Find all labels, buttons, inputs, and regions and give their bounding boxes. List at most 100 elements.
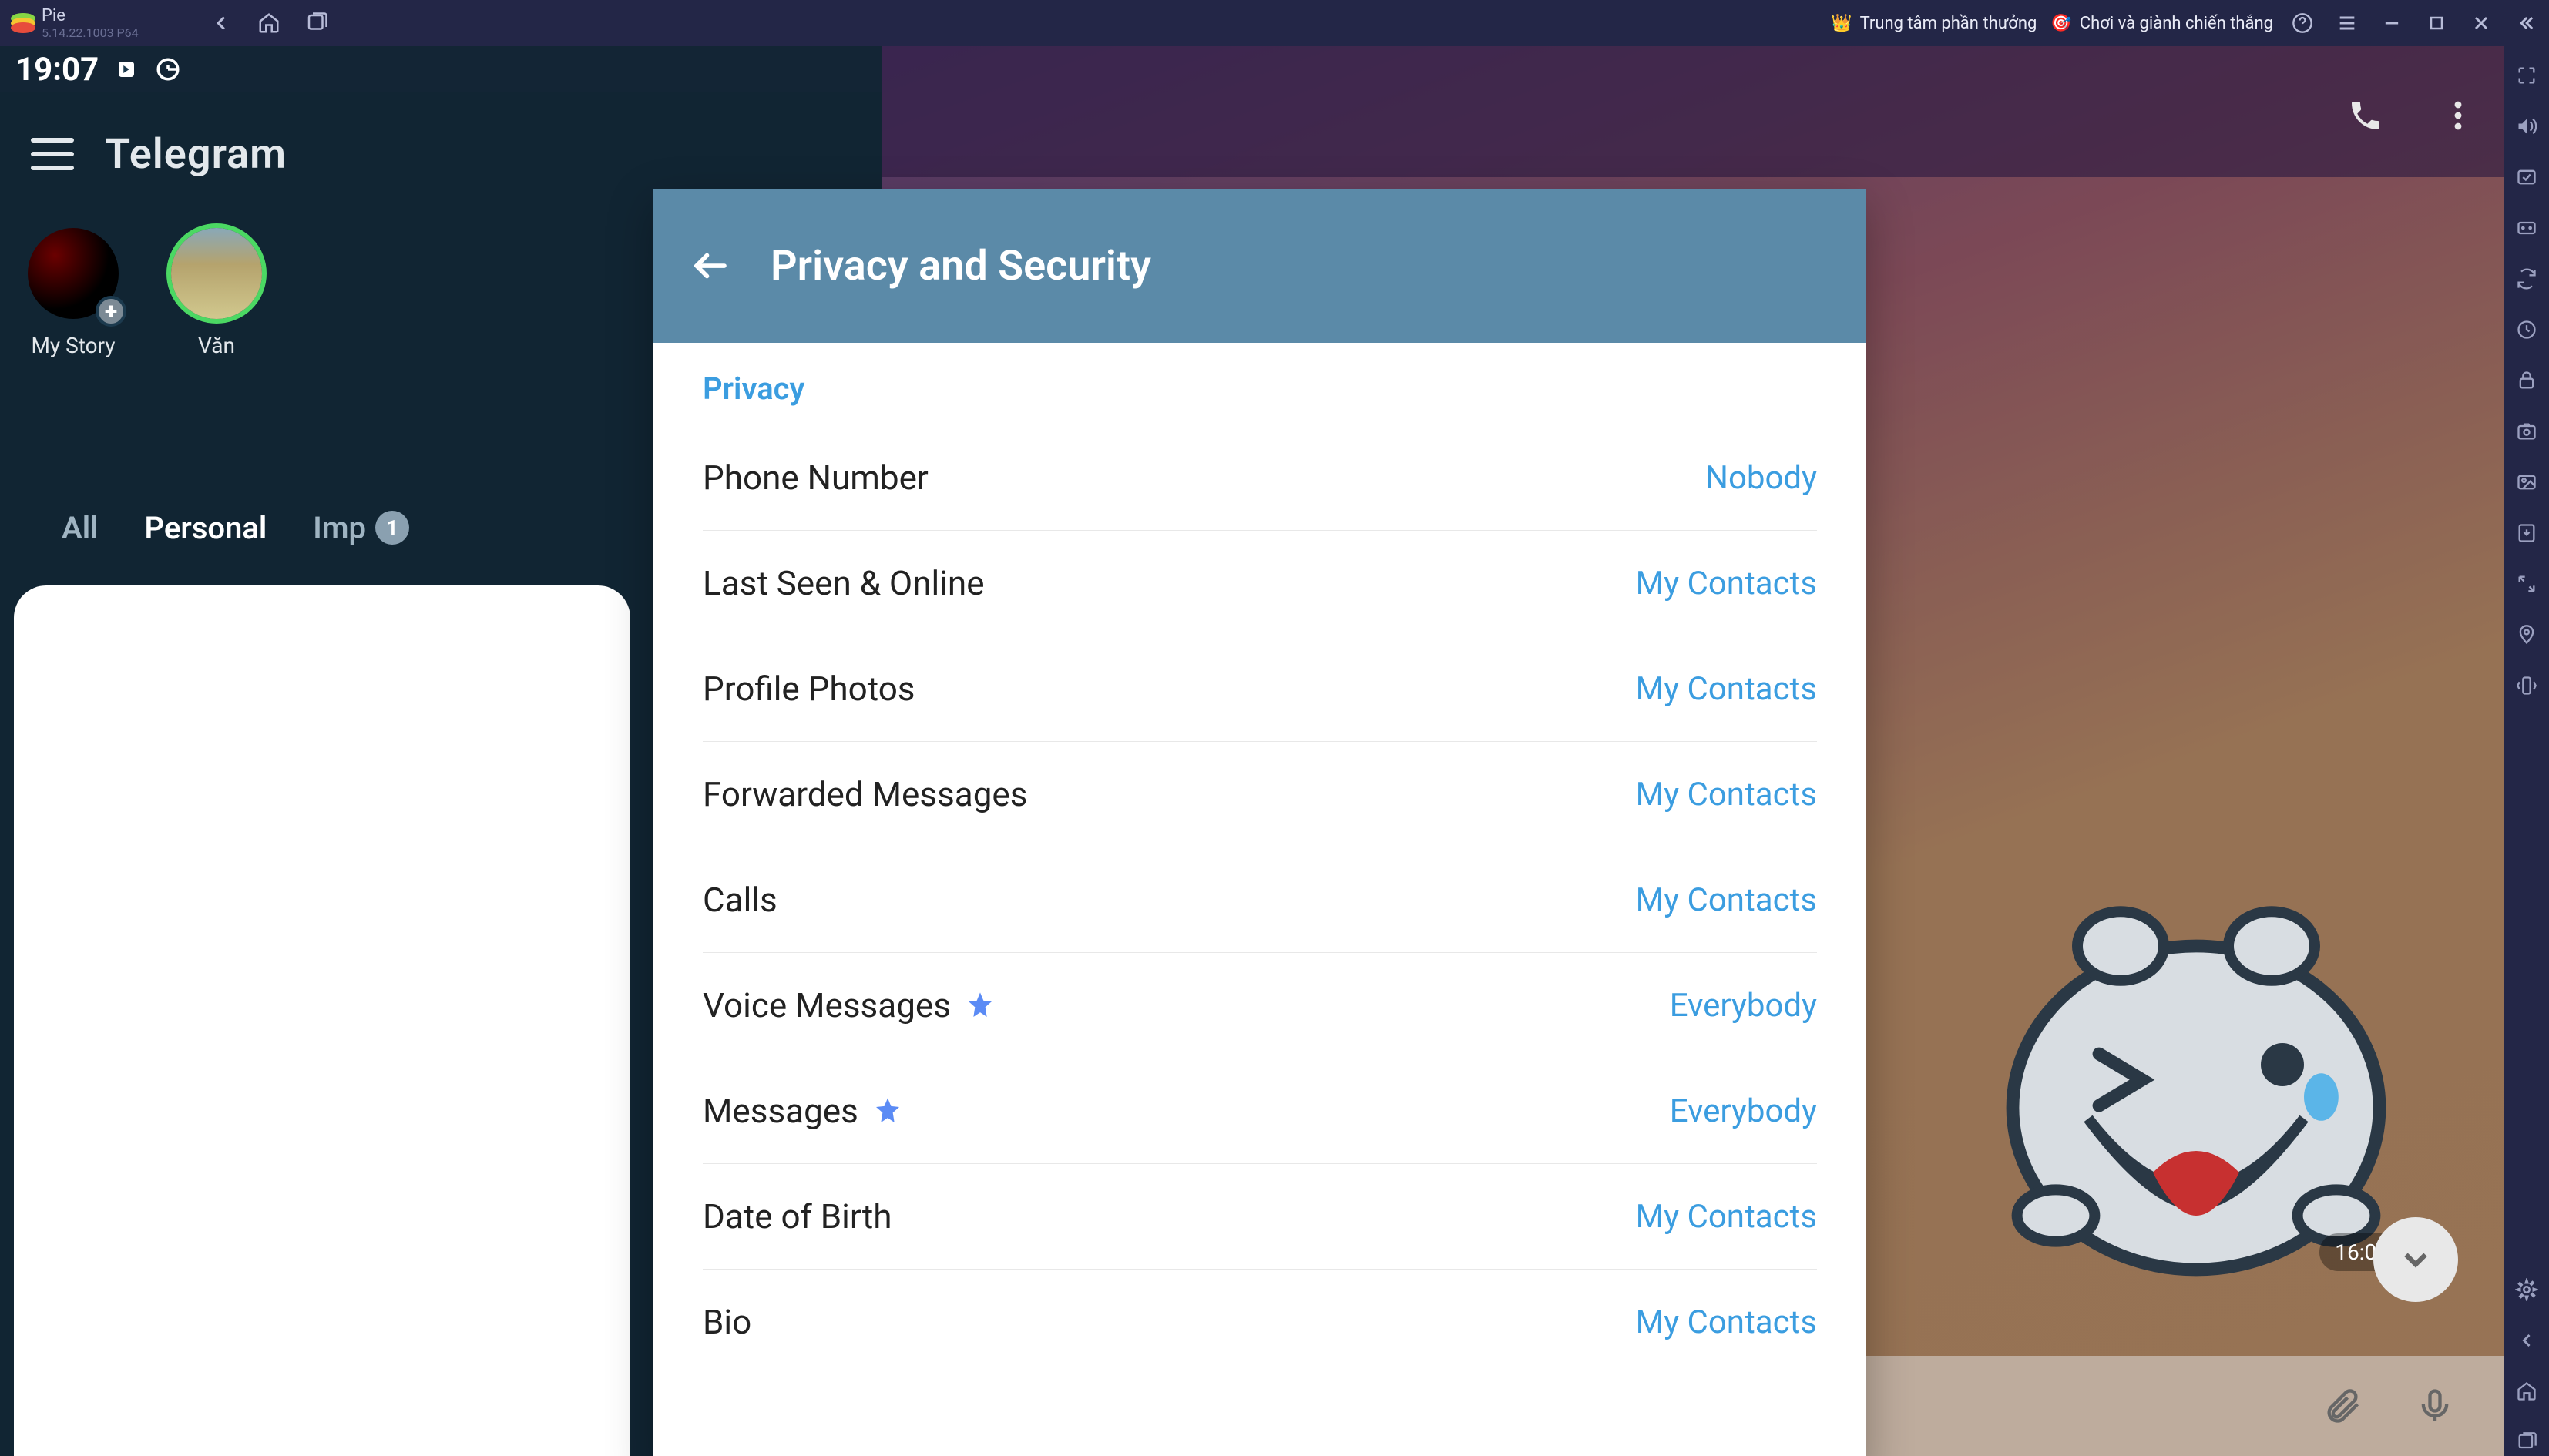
location-icon[interactable]: [2513, 621, 2541, 649]
chat-list-panel: [14, 585, 630, 1456]
bluestacks-right: 👑 Trung tâm phần thưởng 🎯 Chơi và giành …: [1831, 8, 2541, 39]
play-win-label: Chơi và giành chiến thắng: [2080, 14, 2273, 33]
dialog-title: Privacy and Security: [771, 242, 1151, 290]
scroll-down-button[interactable]: [2373, 1217, 2458, 1302]
row-value: Everybody: [1670, 987, 1817, 1025]
screenshot-icon[interactable]: [2513, 418, 2541, 445]
menu-icon[interactable]: [2332, 8, 2363, 39]
shake-icon[interactable]: [2513, 672, 2541, 699]
privacy-row-bio[interactable]: Bio My Contacts: [703, 1270, 1817, 1374]
lock-cursor-icon[interactable]: [2513, 367, 2541, 394]
app-name: Pie: [42, 6, 139, 25]
controls-icon[interactable]: [2513, 214, 2541, 242]
bs-home-icon[interactable]: [2513, 1377, 2541, 1405]
my-story[interactable]: + My Story: [23, 223, 123, 358]
privacy-row-messages[interactable]: Messages Everybody: [703, 1058, 1817, 1164]
chat-header-shade: [882, 46, 2504, 177]
tab-all[interactable]: All: [62, 510, 98, 546]
chat-header-icons: [2342, 92, 2481, 139]
fullscreen-icon[interactable]: [2513, 62, 2541, 89]
bluestacks-topbar: Pie 5.14.22.1003 P64 👑 Trung tâm phần th…: [0, 0, 2549, 46]
bs-recents-icon[interactable]: [2513, 1428, 2541, 1456]
row-label: Voice Messages: [703, 985, 997, 1025]
row-value: My Contacts: [1636, 776, 1817, 814]
stories-row: + My Story Văn: [23, 223, 267, 358]
privacy-row-forwarded-messages[interactable]: Forwarded Messages My Contacts: [703, 742, 1817, 847]
row-value: My Contacts: [1636, 1303, 1817, 1341]
crown-icon: 👑: [1831, 14, 1852, 33]
contact-story[interactable]: Văn: [166, 223, 267, 358]
google-status-icon: [154, 55, 182, 83]
collapse-icon[interactable]: [2510, 8, 2541, 39]
tab-imp[interactable]: Imp1: [313, 510, 409, 546]
row-value: My Contacts: [1636, 881, 1817, 919]
volume-icon[interactable]: [2513, 112, 2541, 140]
privacy-row-phone-number[interactable]: Phone Number Nobody: [703, 425, 1817, 531]
privacy-rows: Phone Number Nobody Last Seen & Online My C…: [653, 425, 1866, 1374]
row-label: Bio: [703, 1302, 751, 1342]
settings-icon[interactable]: [2513, 1276, 2541, 1303]
gallery-icon[interactable]: [2513, 468, 2541, 496]
privacy-row-profile-photos[interactable]: Profile Photos My Contacts: [703, 636, 1817, 742]
back-nav-icon[interactable]: [208, 10, 234, 36]
rewards-label: Trung tâm phần thưởng: [1860, 14, 2037, 33]
android-status-bar: 19:07: [0, 46, 882, 92]
row-label: Profile Photos: [703, 669, 915, 709]
row-value: My Contacts: [1636, 565, 1817, 602]
app-status-icon: [113, 55, 140, 83]
row-label: Phone Number: [703, 458, 929, 498]
call-icon[interactable]: [2342, 92, 2389, 139]
row-label: Messages: [703, 1091, 905, 1131]
maximize-icon[interactable]: [2421, 8, 2452, 39]
add-story-icon: +: [96, 296, 126, 327]
status-time: 19:07: [15, 51, 99, 89]
recents-nav-icon[interactable]: [304, 10, 330, 36]
attach-icon[interactable]: [2319, 1383, 2366, 1429]
help-icon[interactable]: [2287, 8, 2318, 39]
privacy-row-voice-messages[interactable]: Voice Messages Everybody: [703, 953, 1817, 1058]
home-nav-icon[interactable]: [256, 10, 282, 36]
keymap-icon[interactable]: [2513, 163, 2541, 191]
target-icon: 🎯: [2050, 14, 2071, 33]
back-icon[interactable]: [687, 243, 734, 289]
row-value: Nobody: [1705, 459, 1817, 497]
play-win-button[interactable]: 🎯 Chơi và giành chiến thắng: [2050, 14, 2273, 33]
sync-icon[interactable]: [2513, 265, 2541, 293]
bs-back-icon[interactable]: [2513, 1327, 2541, 1354]
telegram-title: Telegram: [105, 130, 287, 179]
row-label: Date of Birth: [703, 1196, 892, 1236]
rotate-icon[interactable]: [2513, 570, 2541, 598]
premium-star-icon: [871, 1094, 905, 1128]
mic-icon[interactable]: [2412, 1383, 2458, 1429]
privacy-row-calls[interactable]: Calls My Contacts: [703, 847, 1817, 953]
bluestacks-title: Pie 5.14.22.1003 P64: [42, 6, 139, 40]
bluestacks-rightbar: [2504, 46, 2549, 1456]
row-label: Calls: [703, 880, 777, 920]
row-value: Everybody: [1670, 1092, 1817, 1130]
dialog-header: Privacy and Security: [653, 189, 1866, 343]
bluestacks-logo-icon: [8, 8, 39, 39]
close-icon[interactable]: [2466, 8, 2497, 39]
story-label: My Story: [31, 333, 115, 358]
story-label: Văn: [198, 333, 235, 358]
install-apk-icon[interactable]: [2513, 519, 2541, 547]
clock-icon[interactable]: [2513, 316, 2541, 344]
privacy-row-date-of-birth[interactable]: Date of Birth My Contacts: [703, 1164, 1817, 1270]
privacy-dialog: Privacy and Security Privacy Phone Numbe…: [653, 189, 1866, 1456]
rewards-button[interactable]: 👑 Trung tâm phần thưởng: [1831, 14, 2037, 33]
premium-star-icon: [963, 988, 997, 1022]
bluestacks-nav: [208, 10, 330, 36]
row-label: Last Seen & Online: [703, 563, 985, 603]
tab-personal[interactable]: Personal: [144, 510, 267, 546]
tab-badge: 1: [375, 511, 409, 545]
row-label: Forwarded Messages: [703, 774, 1027, 814]
emulator-viewport: 19:07 Telegram + My Story Văn All Person…: [0, 46, 2504, 1456]
app-version: 5.14.22.1003 P64: [42, 25, 139, 40]
row-value: My Contacts: [1636, 670, 1817, 708]
row-value: My Contacts: [1636, 1198, 1817, 1236]
section-privacy: Privacy: [653, 343, 1866, 425]
more-icon[interactable]: [2435, 92, 2481, 139]
minimize-icon[interactable]: [2376, 8, 2407, 39]
privacy-row-last-seen-online[interactable]: Last Seen & Online My Contacts: [703, 531, 1817, 636]
hamburger-icon[interactable]: [31, 138, 74, 170]
